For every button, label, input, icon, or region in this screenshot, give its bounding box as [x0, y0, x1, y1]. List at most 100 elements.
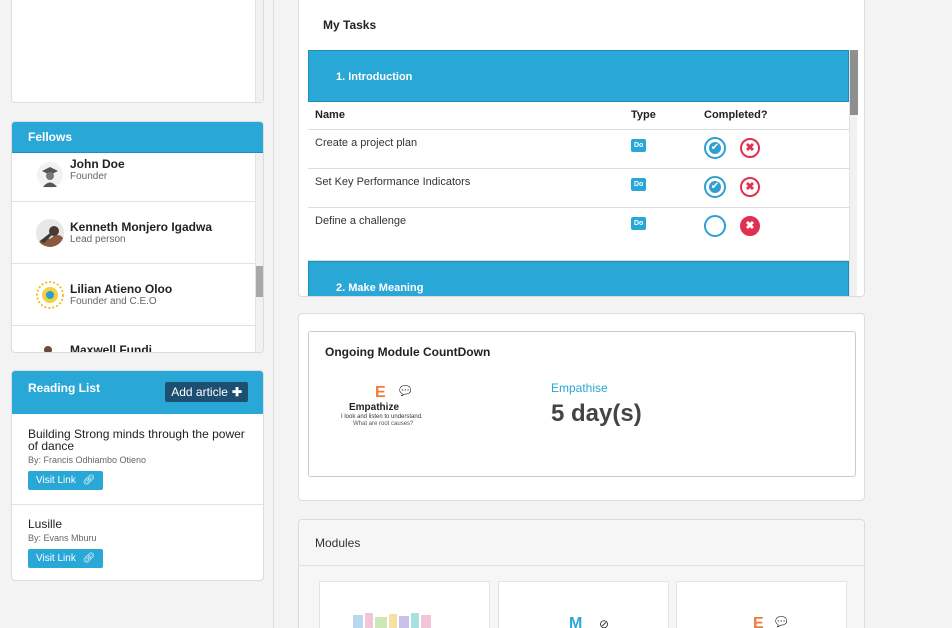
reading-list-title: Reading List [28, 381, 101, 395]
person-photo-icon [36, 342, 64, 352]
link-icon: 🔗︎ [82, 553, 96, 564]
fellow-name: Lilian Atieno Oloo [70, 282, 173, 296]
task-name: Define a challenge [308, 207, 624, 261]
my-tasks-card: My Tasks 1. Introduction Name Type Compl… [298, 0, 865, 297]
complete-check-button[interactable]: ✔ [704, 175, 726, 198]
add-article-label: Add article [171, 385, 228, 399]
module-tile-letter: E [753, 615, 764, 628]
countdown-days: 5 day(s) [551, 400, 642, 427]
fellow-avatar [36, 160, 64, 189]
close-icon: ✖ [745, 219, 755, 232]
fellow-avatar [36, 218, 64, 247]
close-icon: ✖ [745, 141, 755, 154]
fellow-name: Kenneth Monjero Igadwa [70, 220, 213, 234]
compass-icon: ⊘ [599, 617, 610, 628]
article-author: By: Francis Odhiambo Otieno [28, 455, 147, 465]
logo-letter: E [375, 384, 386, 401]
type-badge: Do [631, 177, 647, 191]
top-blank-panel [11, 0, 264, 103]
speech-bubbles-icon: 💬 [399, 386, 412, 397]
fellow-role: Lead person [70, 234, 126, 245]
table-row: Define a challenge Do ✖ [308, 207, 849, 261]
fellow-role: Founder and C.E.O [70, 296, 157, 307]
visit-link-button[interactable]: Visit Link 🔗︎ [28, 549, 104, 568]
complete-check-button[interactable]: ✔ [704, 136, 726, 159]
plus-icon: ✚ [231, 385, 242, 399]
visit-link-button[interactable]: Visit Link 🔗︎ [28, 471, 104, 490]
article-author: By: Evans Mburu [28, 533, 97, 543]
incomplete-button[interactable]: ✖ [740, 215, 760, 236]
top-panel-scrollbar[interactable] [255, 0, 263, 102]
article-title: Building Strong minds through the power … [28, 427, 245, 453]
fellows-panel: Fellows John Doe Founder Kenneth Monjero… [11, 121, 264, 353]
section-header-introduction[interactable]: 1. Introduction [308, 50, 849, 102]
module-thumbnail-icon [353, 613, 431, 628]
right-gutter [878, 0, 952, 628]
check-icon: ✔ [710, 180, 720, 192]
task-completed-cell: ✔ ✖ [697, 129, 849, 169]
fellow-role: Founder [70, 171, 108, 182]
module-tile[interactable] [319, 581, 490, 628]
col-type: Type [624, 102, 697, 130]
countdown-title: Ongoing Module CountDown [325, 345, 491, 359]
type-badge: Do [631, 138, 647, 152]
type-badge: Do [631, 216, 647, 230]
modules-card: Modules M ⊘ E 💬 [298, 519, 865, 628]
task-type-cell: Do [624, 168, 697, 208]
article-title: Lusille [28, 517, 63, 531]
countdown-card: Ongoing Module CountDown E 💬 Empathize I… [298, 313, 865, 501]
module-tile[interactable]: M ⊘ [498, 581, 669, 628]
task-type-cell: Do [624, 207, 697, 261]
countdown-box: Ongoing Module CountDown E 💬 Empathize I… [308, 331, 856, 477]
logo-line-1: I look and listen to understand. [341, 414, 423, 420]
complete-check-button[interactable] [704, 214, 726, 237]
task-completed-cell: ✖ [697, 207, 849, 261]
sun-logo-icon [36, 280, 64, 309]
logo-word: Empathize [349, 402, 400, 413]
section-header-make-meaning[interactable]: 2. Make Meaning [308, 260, 849, 296]
task-name: Create a project plan [308, 129, 624, 169]
speech-bubbles-icon: 💬 [775, 617, 788, 628]
tasks-scrollbar-thumb[interactable] [850, 50, 858, 115]
graduate-icon [37, 161, 63, 188]
article-item: Lusille By: Evans Mburu Visit Link 🔗︎ [12, 505, 263, 580]
empathize-logo: E 💬 Empathize I look and listen to under… [339, 384, 439, 434]
table-row: Create a project plan Do ✔ ✖ [308, 129, 849, 169]
fellows-scrollbar-thumb[interactable] [256, 266, 263, 297]
task-completed-cell: ✔ ✖ [697, 168, 849, 208]
col-completed: Completed? [697, 102, 849, 130]
visit-link-label: Visit Link [36, 553, 76, 564]
logo-line-2: What are root causes? [353, 421, 414, 427]
check-icon: ✔ [710, 141, 720, 153]
incomplete-button[interactable]: ✖ [740, 176, 760, 197]
fellow-item[interactable]: Maxwell Fundi [12, 326, 256, 353]
task-type-cell: Do [624, 129, 697, 169]
col-name: Name [308, 102, 624, 130]
link-icon: 🔗︎ [82, 475, 96, 486]
add-article-button[interactable]: Add article ✚ [165, 382, 248, 402]
visit-link-label: Visit Link [36, 475, 76, 486]
fellow-avatar [36, 342, 64, 352]
fellow-item[interactable]: Kenneth Monjero Igadwa Lead person [12, 202, 256, 264]
section-introduction: 1. Introduction Name Type Completed? Cre… [308, 50, 849, 296]
module-tile[interactable]: E 💬 [676, 581, 847, 628]
fellows-scrollbar[interactable] [255, 153, 263, 352]
tasks-table: Name Type Completed? Create a project pl… [308, 102, 849, 261]
fellow-name: Maxwell Fundi [70, 343, 153, 353]
fellow-item[interactable]: Lilian Atieno Oloo Founder and C.E.O [12, 264, 256, 326]
reading-list-panel: Reading List Add article ✚ Building Stron… [11, 370, 264, 581]
close-icon: ✖ [745, 180, 755, 193]
incomplete-button[interactable]: ✖ [740, 137, 760, 158]
reading-list-header: Reading List Add article ✚ [12, 371, 263, 414]
fellow-name: John Doe [70, 157, 125, 171]
person-photo-icon [36, 218, 64, 247]
module-tile-letter: M [569, 615, 583, 628]
modules-title: Modules [299, 520, 864, 566]
fellow-avatar [36, 280, 64, 309]
task-name: Set Key Performance Indicators [308, 168, 624, 208]
tasks-scrollbar[interactable] [849, 50, 858, 296]
table-row: Set Key Performance Indicators Do ✔ ✖ [308, 168, 849, 208]
fellow-item[interactable]: John Doe Founder [12, 148, 256, 202]
article-item: Building Strong minds through the power … [12, 414, 263, 505]
left-column: Fellows John Doe Founder Kenneth Monjero… [0, 0, 274, 628]
